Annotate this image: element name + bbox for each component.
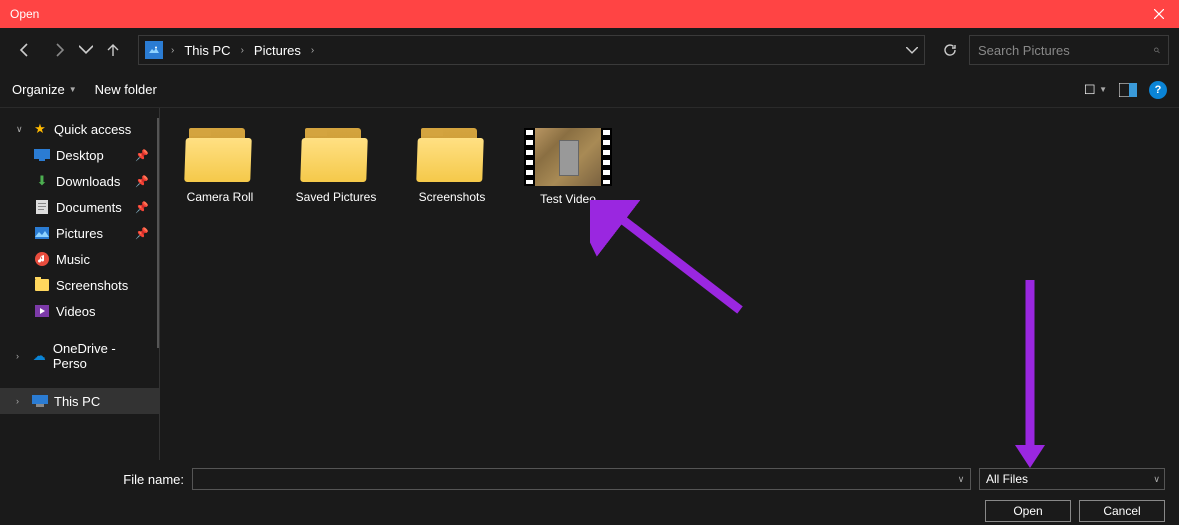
preview-pane-icon — [1119, 83, 1137, 97]
chevron-right-icon: › — [16, 396, 26, 406]
pictures-library-icon — [145, 41, 163, 59]
music-icon — [34, 251, 50, 267]
organize-label: Organize — [12, 82, 65, 97]
sidebar-item-downloads[interactable]: ⬇ Downloads 📌 — [0, 168, 159, 194]
window-title: Open — [10, 7, 39, 21]
chevron-down-icon: ▼ — [69, 85, 77, 94]
sidebar-item-label: Desktop — [56, 148, 104, 163]
folder-icon — [34, 277, 50, 293]
chevron-down-icon — [906, 47, 918, 54]
search-icon — [1154, 44, 1160, 57]
file-item-folder[interactable]: Camera Roll — [170, 128, 270, 204]
sidebar-item-label: Screenshots — [56, 278, 128, 293]
chevron-right-icon: › — [237, 45, 248, 56]
sidebar-item-onedrive[interactable]: › ☁ OneDrive - Perso — [0, 336, 159, 376]
sidebar-item-documents[interactable]: Documents 📌 — [0, 194, 159, 220]
address-dropdown[interactable] — [906, 41, 918, 59]
file-item-folder[interactable]: Saved Pictures — [286, 128, 386, 204]
video-thumbnail-icon — [524, 128, 612, 186]
onedrive-icon: ☁ — [32, 348, 47, 364]
sidebar-item-label: Quick access — [54, 122, 131, 137]
file-label: Saved Pictures — [296, 190, 377, 204]
back-arrow-icon — [18, 43, 32, 57]
organize-menu[interactable]: Organize ▼ — [12, 82, 77, 97]
chevron-down-icon: ∨ — [16, 124, 26, 135]
preview-pane-button[interactable] — [1117, 81, 1139, 99]
folder-icon — [301, 128, 371, 184]
download-icon: ⬇ — [34, 173, 50, 189]
document-icon — [34, 199, 50, 215]
address-bar[interactable]: › This PC › Pictures › — [138, 35, 925, 65]
pictures-icon — [34, 225, 50, 241]
sidebar-item-label: Videos — [56, 304, 96, 319]
breadcrumb-pictures[interactable]: Pictures — [252, 43, 303, 58]
sidebar-item-label: This PC — [54, 394, 100, 409]
pin-icon: 📌 — [135, 175, 149, 188]
pin-icon: 📌 — [135, 227, 149, 240]
folder-icon — [417, 128, 487, 184]
file-label: Test Video — [540, 192, 596, 206]
close-button[interactable] — [1139, 0, 1179, 28]
sidebar-item-videos[interactable]: Videos — [0, 298, 159, 324]
new-folder-button[interactable]: New folder — [95, 82, 157, 97]
navigation-sidebar: ∨ ★ Quick access Desktop 📌 ⬇ Downloads 📌… — [0, 108, 160, 460]
folder-icon — [185, 128, 255, 184]
sidebar-item-screenshots[interactable]: Screenshots — [0, 272, 159, 298]
chevron-down-icon: ∨ — [958, 474, 965, 485]
sidebar-item-desktop[interactable]: Desktop 📌 — [0, 142, 159, 168]
desktop-icon — [34, 147, 50, 163]
help-button[interactable]: ? — [1149, 81, 1167, 99]
view-large-icon — [1085, 82, 1097, 98]
forward-button[interactable] — [44, 35, 74, 65]
view-large-button[interactable]: ▼ — [1085, 81, 1107, 99]
refresh-button[interactable] — [935, 35, 965, 65]
sidebar-item-label: Documents — [56, 200, 122, 215]
filter-label: All Files — [986, 472, 1028, 486]
help-icon: ? — [1155, 84, 1162, 96]
file-label: Screenshots — [419, 190, 486, 204]
pin-icon: 📌 — [135, 149, 149, 162]
sidebar-quick-access[interactable]: ∨ ★ Quick access — [0, 116, 159, 142]
close-icon — [1154, 9, 1164, 19]
sidebar-item-pictures[interactable]: Pictures 📌 — [0, 220, 159, 246]
sidebar-item-label: Music — [56, 252, 90, 267]
filename-history-dropdown[interactable]: ∨ — [952, 469, 970, 489]
file-type-filter[interactable]: All Files ∨ — [979, 468, 1165, 490]
recent-dropdown[interactable] — [78, 35, 94, 65]
sidebar-item-music[interactable]: Music — [0, 246, 159, 272]
videos-icon — [34, 303, 50, 319]
pin-icon: 📌 — [135, 201, 149, 214]
sidebar-item-label: OneDrive - Perso — [53, 341, 149, 371]
computer-icon — [32, 393, 48, 409]
cancel-button[interactable]: Cancel — [1079, 500, 1165, 522]
sidebar-item-this-pc[interactable]: › This PC — [0, 388, 159, 414]
chevron-down-icon: ∨ — [1153, 474, 1160, 485]
refresh-icon — [943, 43, 957, 57]
breadcrumb-this-pc[interactable]: This PC — [182, 43, 232, 58]
up-arrow-icon — [106, 43, 120, 57]
chevron-down-icon — [79, 43, 93, 57]
sidebar-item-label: Pictures — [56, 226, 103, 241]
file-label: Camera Roll — [187, 190, 254, 204]
up-button[interactable] — [98, 35, 128, 65]
file-pane[interactable]: Camera Roll Saved Pictures Screenshots T… — [160, 108, 1179, 460]
back-button[interactable] — [10, 35, 40, 65]
filename-label: File name: — [14, 472, 184, 487]
search-input[interactable] — [978, 43, 1154, 58]
file-item-video[interactable]: Test Video — [518, 128, 618, 206]
search-box[interactable] — [969, 35, 1169, 65]
chevron-right-icon: › — [307, 45, 318, 56]
star-icon: ★ — [32, 121, 48, 137]
filename-input[interactable] — [192, 468, 971, 490]
chevron-right-icon: › — [16, 351, 26, 361]
open-button[interactable]: Open — [985, 500, 1071, 522]
forward-arrow-icon — [52, 43, 66, 57]
chevron-right-icon: › — [167, 45, 178, 56]
chevron-down-icon: ▼ — [1099, 85, 1107, 94]
file-item-folder[interactable]: Screenshots — [402, 128, 502, 204]
sidebar-item-label: Downloads — [56, 174, 120, 189]
